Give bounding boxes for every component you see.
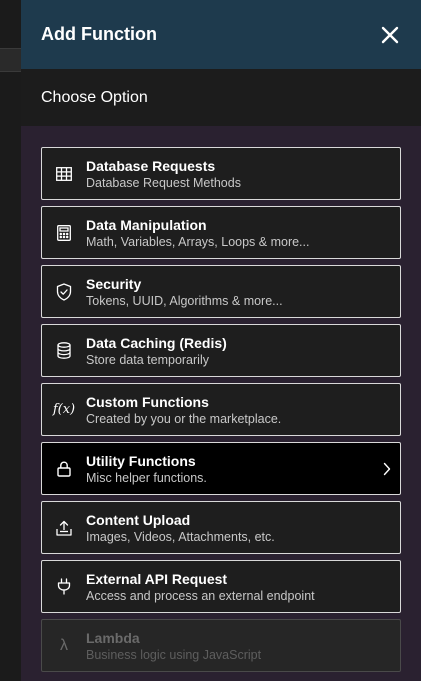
choose-option-label: Choose Option [41, 88, 148, 106]
option-title: Security [86, 275, 142, 292]
option-description: Math, Variables, Arrays, Loops & more... [86, 234, 310, 249]
option-data-manipulation[interactable]: Data Manipulation Math, Variables, Array… [41, 206, 401, 259]
option-external-api-request[interactable]: External API Request Access and process … [41, 560, 401, 613]
panel-header: Add Function [21, 0, 421, 69]
option-title: Content Upload [86, 511, 191, 528]
option-title: External API Request [86, 570, 228, 587]
lambda-icon: λ [60, 636, 68, 654]
option-security[interactable]: Security Tokens, UUID, Algorithms & more… [41, 265, 401, 318]
option-description: Misc helper functions. [86, 470, 207, 485]
database-icon [57, 342, 71, 359]
plug-icon [57, 578, 71, 595]
option-title: Data Caching (Redis) [86, 334, 227, 351]
chevron-right-icon [382, 462, 392, 476]
close-button[interactable] [379, 24, 401, 46]
option-lambda: λ Lambda Business logic using JavaScript [41, 619, 401, 672]
option-list: Database Requests Database Request Metho… [21, 126, 421, 672]
upload-icon [56, 520, 72, 536]
option-data-caching[interactable]: Data Caching (Redis) Store data temporar… [41, 324, 401, 377]
option-description: Created by you or the marketplace. [86, 411, 282, 426]
option-database-requests[interactable]: Database Requests Database Request Metho… [41, 147, 401, 200]
option-description: Images, Videos, Attachments, etc. [86, 529, 275, 544]
panel-title: Add Function [41, 24, 157, 44]
background-app [0, 0, 21, 681]
option-description: Store data temporarily [86, 352, 209, 367]
option-utility-functions[interactable]: Utility Functions Misc helper functions. [41, 442, 401, 495]
add-function-panel: Add Function Choose Option Database Requ… [21, 0, 421, 681]
function-icon: f(x) [52, 402, 76, 417]
shield-check-icon [56, 282, 72, 301]
close-icon [381, 26, 399, 43]
calculator-icon [57, 224, 71, 241]
table-grid-icon [56, 166, 72, 181]
lock-icon [57, 460, 71, 477]
option-title: Data Manipulation [86, 216, 207, 233]
option-title: Utility Functions [86, 452, 196, 469]
option-description: Tokens, UUID, Algorithms & more... [86, 293, 283, 308]
option-description: Access and process an external endpoint [86, 588, 315, 603]
choose-option-header: Choose Option [21, 69, 421, 126]
option-title: Lambda [86, 629, 140, 646]
option-content-upload[interactable]: Content Upload Images, Videos, Attachmen… [41, 501, 401, 554]
option-description: Business logic using JavaScript [86, 647, 262, 662]
option-title: Database Requests [86, 157, 216, 174]
option-custom-functions[interactable]: f(x) Custom Functions Created by you or … [41, 383, 401, 436]
background-toolbar-strip [0, 48, 21, 72]
option-title: Custom Functions [86, 393, 209, 410]
option-description: Database Request Methods [86, 175, 241, 190]
